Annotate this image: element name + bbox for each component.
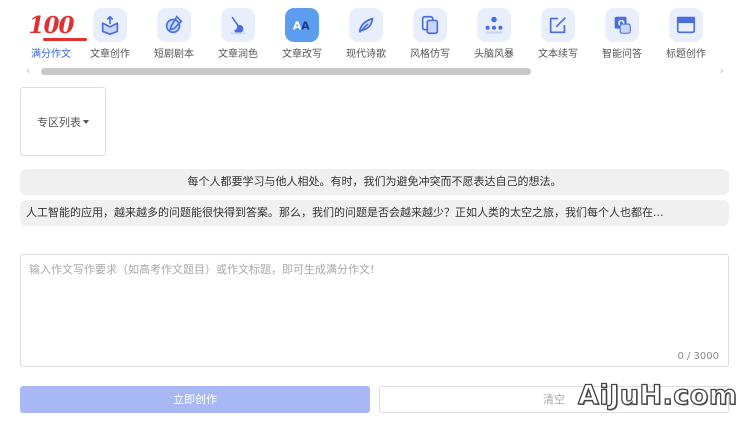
qa-icon: Q bbox=[605, 8, 639, 42]
quill-icon bbox=[349, 8, 383, 42]
tool-article-creation[interactable]: 文章创作 bbox=[79, 6, 141, 62]
tool-modern-poetry[interactable]: 现代诗歌 bbox=[335, 6, 397, 62]
brush-icon bbox=[221, 8, 255, 42]
copy-doc-icon bbox=[413, 8, 447, 42]
tool-smart-qa[interactable]: Q 智能问答 bbox=[591, 6, 653, 62]
hundred-icon: 100 bbox=[29, 8, 87, 42]
tool-label: 风格仿写 bbox=[410, 49, 450, 60]
tool-label: 标题创作 bbox=[666, 49, 706, 60]
tool-label: 短剧剧本 bbox=[154, 49, 194, 60]
tool-text-continuation[interactable]: 文本续写 bbox=[527, 6, 589, 62]
site-watermark: AiJuH.com bbox=[577, 379, 738, 411]
tool-brainstorm[interactable]: 头脑风暴 bbox=[463, 6, 525, 62]
example-prompt[interactable]: 人工智能的应用，越来越多的问题能很快得到答案。那么，我们的问题是否会越来越少？正… bbox=[20, 200, 729, 226]
char-counter: 0 / 3000 bbox=[677, 351, 719, 362]
tool-label: 满分作文 bbox=[31, 49, 71, 60]
scroll-right-icon[interactable]: › bbox=[720, 65, 724, 77]
translate-icon: A A bbox=[285, 8, 319, 42]
tool-full-score-essay[interactable]: 100 满分作文 bbox=[20, 6, 87, 62]
scroll-left-icon[interactable]: ‹ bbox=[26, 65, 30, 77]
title-window-icon bbox=[669, 8, 703, 42]
tool-label: 头脑风暴 bbox=[474, 49, 514, 60]
tool-article-polish[interactable]: 文章润色 bbox=[207, 6, 269, 62]
toolbar-scrollbar[interactable]: ‹ › bbox=[20, 65, 726, 78]
tool-label: 文本续写 bbox=[538, 49, 578, 60]
tool-label: 智能问答 bbox=[602, 49, 642, 60]
tool-style-imitation[interactable]: 风格仿写 bbox=[399, 6, 461, 62]
tool-article-rewrite[interactable]: A A 文章改写 bbox=[271, 6, 333, 62]
film-pen-icon bbox=[157, 8, 191, 42]
tool-short-drama-script[interactable]: 短剧剧本 bbox=[143, 6, 205, 62]
tool-label: 现代诗歌 bbox=[346, 49, 386, 60]
scrollbar-thumb[interactable] bbox=[41, 68, 531, 75]
tool-bar: 100 满分作文 文章创作 短剧剧本 文章润色 A A 文章改写 现代诗歌 风格… bbox=[20, 6, 720, 62]
zone-list-dropdown[interactable]: 专区列表 bbox=[20, 87, 106, 156]
tool-label: 文章润色 bbox=[218, 49, 258, 60]
tool-title-creation[interactable]: 标题创作 bbox=[655, 6, 717, 62]
generate-button[interactable]: 立即创作 bbox=[20, 386, 370, 413]
tool-label: 文章改写 bbox=[282, 49, 322, 60]
caret-down-icon bbox=[83, 119, 89, 124]
tool-label: 文章创作 bbox=[90, 49, 130, 60]
zone-list-label: 专区列表 bbox=[37, 115, 81, 129]
box-arrow-icon bbox=[93, 8, 127, 42]
essay-prompt-input[interactable] bbox=[29, 261, 719, 341]
edit-box-icon bbox=[541, 8, 575, 42]
svg-text:A: A bbox=[301, 20, 310, 33]
team-icon bbox=[477, 8, 511, 42]
essay-input-box: 0 / 3000 bbox=[20, 254, 729, 367]
example-prompt[interactable]: 每个人都要学习与他人相处。有时，我们为避免冲突而不愿表达自己的想法。 bbox=[20, 169, 729, 195]
